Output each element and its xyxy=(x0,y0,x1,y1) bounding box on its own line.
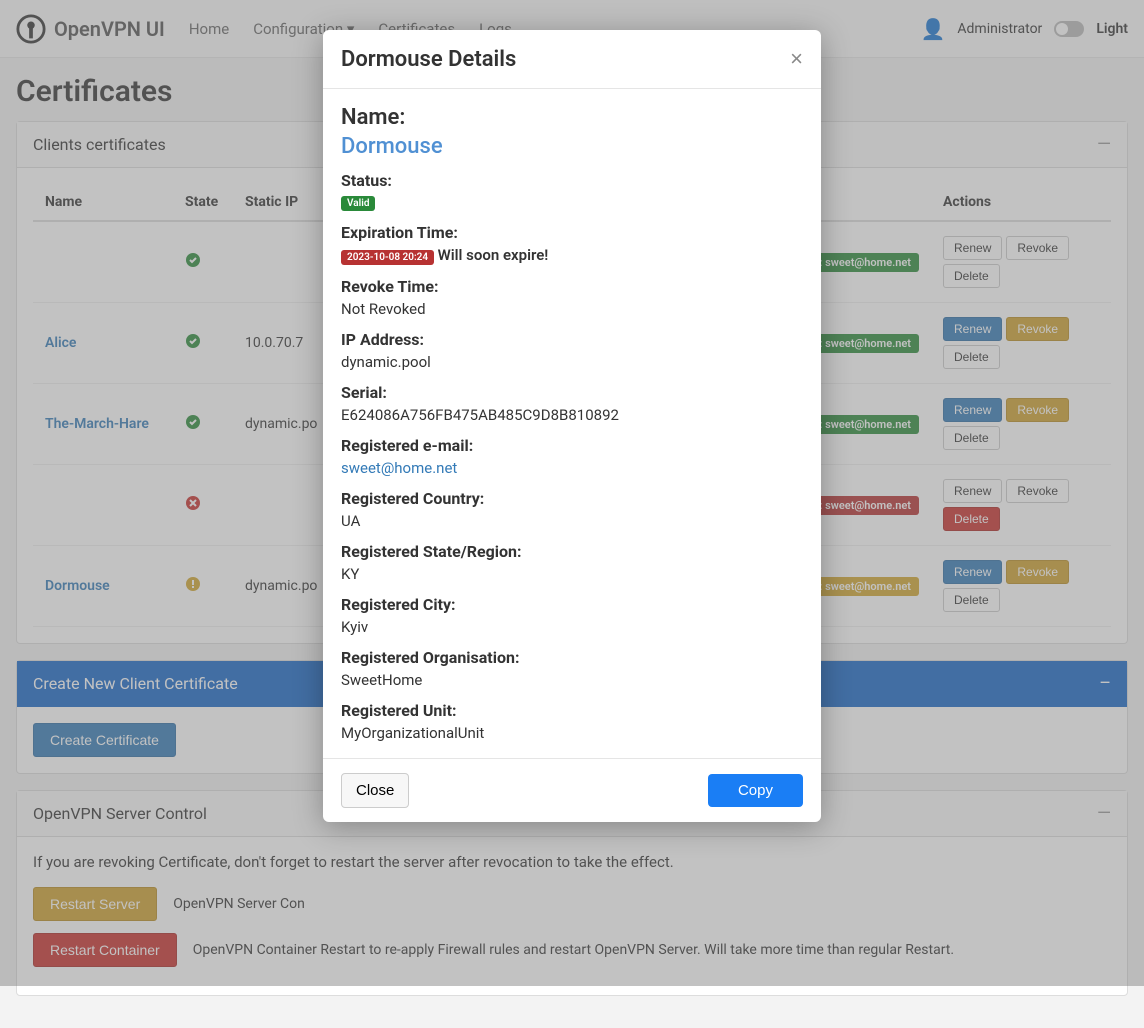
org-value: SweetHome xyxy=(341,671,803,689)
name-label: Name: xyxy=(341,105,803,130)
region-value: KY xyxy=(341,565,803,583)
expiration-label: Expiration Time: xyxy=(341,223,803,242)
expiration-badge: 2023-10-08 20:24 xyxy=(341,250,434,265)
details-modal: Dormouse Details × Name: Dormouse Status… xyxy=(323,30,821,822)
region-label: Registered State/Region: xyxy=(341,542,803,561)
revoke-value: Not Revoked xyxy=(341,300,803,318)
modal-close-button[interactable]: Close xyxy=(341,773,409,808)
unit-value: MyOrganizationalUnit xyxy=(341,724,803,742)
name-value: Dormouse xyxy=(341,134,803,159)
city-value: Kyiv xyxy=(341,618,803,636)
serial-value: E624086A756FB475AB485C9D8B810892 xyxy=(341,406,803,424)
revoke-label: Revoke Time: xyxy=(341,277,803,296)
org-label: Registered Organisation: xyxy=(341,648,803,667)
modal-title: Dormouse Details xyxy=(341,47,516,72)
modal-copy-button[interactable]: Copy xyxy=(708,774,803,807)
country-value: UA xyxy=(341,512,803,530)
modal-backdrop[interactable]: Dormouse Details × Name: Dormouse Status… xyxy=(0,0,1144,986)
country-label: Registered Country: xyxy=(341,489,803,508)
status-badge: Valid xyxy=(341,196,375,211)
status-label: Status: xyxy=(341,171,803,190)
unit-label: Registered Unit: xyxy=(341,701,803,720)
serial-label: Serial: xyxy=(341,383,803,402)
email-value[interactable]: sweet@home.net xyxy=(341,459,803,477)
ip-value: dynamic.pool xyxy=(341,353,803,371)
email-label: Registered e-mail: xyxy=(341,436,803,455)
expiration-note: Will soon expire! xyxy=(438,246,549,264)
city-label: Registered City: xyxy=(341,595,803,614)
close-icon[interactable]: × xyxy=(790,46,803,72)
ip-label: IP Address: xyxy=(341,330,803,349)
